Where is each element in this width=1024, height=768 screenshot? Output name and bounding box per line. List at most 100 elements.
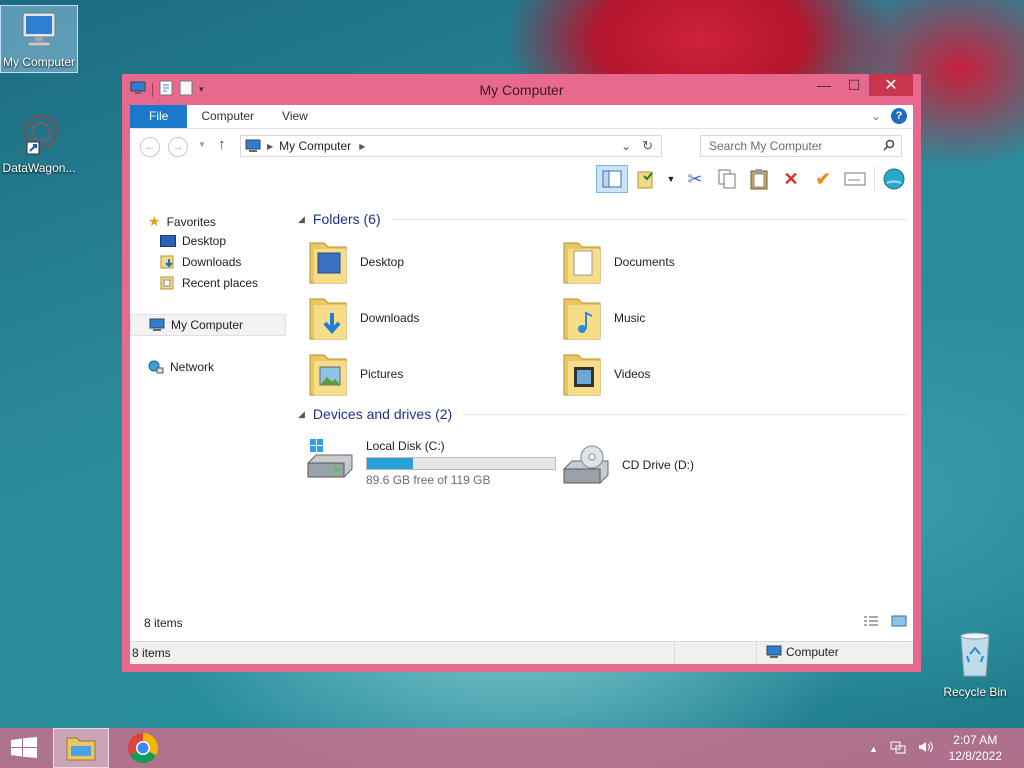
group-header-devices[interactable]: ◢ Devices and drives (2): [298, 406, 908, 422]
recycle-bin-icon: [960, 632, 990, 677]
tab-computer[interactable]: Computer: [187, 105, 268, 128]
navigation-pane-icon[interactable]: [596, 165, 628, 193]
group-divider: [390, 218, 908, 220]
folder-name: Music: [614, 311, 646, 325]
collapse-triangle-icon[interactable]: ◢: [298, 214, 305, 225]
select-items-icon[interactable]: [634, 165, 660, 193]
breadcrumb-separator-icon[interactable]: ▶: [267, 142, 273, 151]
minimize-button[interactable]: —: [809, 74, 839, 96]
search-icon[interactable]: [883, 139, 895, 154]
drive-free-space: 89.6 GB free of 119 GB: [366, 473, 491, 487]
window-title: My Computer: [479, 82, 564, 98]
folder-tile-documents[interactable]: Documents: [562, 239, 675, 285]
volume-icon[interactable]: [918, 740, 934, 757]
nav-item-desktop[interactable]: Desktop: [160, 234, 226, 248]
nav-item-my-computer[interactable]: My Computer: [130, 314, 286, 336]
desktop-icon: [160, 235, 176, 247]
navigation-pane: ★ Favorites Desktop Downloads Recent pla…: [130, 199, 288, 619]
computer-small-icon: [149, 318, 165, 331]
chrome-icon: [127, 733, 159, 764]
clock-date: 12/8/2022: [948, 749, 1002, 763]
computer-small-icon: [245, 139, 261, 152]
taskbar-chrome[interactable]: [115, 728, 171, 768]
recent-locations-icon[interactable]: ▼: [198, 140, 206, 149]
search-placeholder: Search My Computer: [709, 139, 823, 153]
nav-item-network[interactable]: Network: [148, 360, 214, 374]
system-tray: ▲: [869, 740, 934, 757]
downloads-icon: [160, 255, 174, 269]
details-view-icon[interactable]: [863, 615, 879, 630]
close-button[interactable]: ✕: [869, 74, 913, 96]
view-switcher: [863, 615, 907, 630]
group-title: Folders (6): [312, 211, 381, 227]
refresh-icon[interactable]: ↻: [642, 138, 653, 154]
star-icon: ★: [148, 213, 161, 229]
help-icon[interactable]: ?: [891, 108, 907, 124]
address-dropdown-icon[interactable]: ⌄: [621, 139, 631, 153]
file-explorer-icon: [66, 737, 96, 761]
rename-check-icon[interactable]: ✔: [810, 165, 836, 193]
drive-info: Local Disk (C:) 89.6 GB free of 119 GB: [366, 439, 556, 487]
up-arrow-icon[interactable]: ↑: [218, 136, 226, 153]
explorer-window: ▾ My Computer — ☐ ✕ File Computer View ⌄…: [122, 74, 921, 672]
nav-item-favorites[interactable]: ★ Favorites: [148, 213, 216, 230]
cd-drive-icon: [563, 445, 609, 484]
chevron-down-icon[interactable]: ▼: [666, 165, 676, 193]
drive-name: CD Drive (D:): [622, 458, 694, 472]
drive-tile-cd-drive[interactable]: CD Drive (D:): [562, 445, 694, 485]
cut-icon[interactable]: ✂: [682, 165, 708, 193]
copy-icon[interactable]: [714, 165, 740, 193]
start-button[interactable]: [10, 737, 38, 762]
tab-view[interactable]: View: [268, 105, 322, 128]
folder-tile-music[interactable]: Music: [562, 295, 645, 341]
address-bar[interactable]: ▶ My Computer ▶ ⌄ ↻: [240, 135, 662, 157]
search-input[interactable]: Search My Computer: [700, 135, 902, 157]
nav-item-downloads[interactable]: Downloads: [160, 255, 241, 269]
folder-tile-desktop[interactable]: Desktop: [308, 239, 404, 285]
delete-icon[interactable]: ✕: [778, 165, 804, 193]
command-toolbar: ▼ ✂ ✕ ✔: [130, 163, 913, 199]
desktop-icon-label: Recycle Bin: [943, 685, 1007, 699]
maximize-button[interactable]: ☐: [839, 74, 869, 96]
status-location: Computer: [766, 645, 839, 659]
folder-tile-downloads[interactable]: Downloads: [308, 295, 419, 341]
navigation-bar: ← → ▼ ↑ ▶ My Computer ▶ ⌄ ↻ Search My Co…: [130, 129, 913, 163]
computer-small-icon: [766, 645, 782, 658]
status-divider: [756, 642, 757, 664]
rename-field-icon[interactable]: [842, 165, 868, 193]
folder-tile-videos[interactable]: Videos: [562, 351, 650, 397]
clock[interactable]: 2:07 AM 12/8/2022: [949, 732, 1002, 764]
collapse-triangle-icon[interactable]: ◢: [298, 409, 305, 420]
disk-usage-fill: [367, 458, 414, 469]
desktop-icon-datawagon[interactable]: DataWagon...: [1, 112, 77, 175]
back-button[interactable]: ←: [140, 137, 160, 157]
forward-button[interactable]: →: [168, 137, 188, 157]
large-icons-view-icon[interactable]: [891, 615, 907, 630]
show-hidden-icons-icon[interactable]: ▲: [869, 744, 878, 754]
breadcrumb[interactable]: My Computer: [279, 139, 351, 153]
network-tray-icon[interactable]: [890, 740, 906, 757]
folder-videos-icon: [563, 354, 601, 396]
desktop-icon-label: DataWagon...: [2, 161, 76, 175]
drive-tile-local-disk[interactable]: Local Disk (C:) 89.6 GB free of 119 GB: [306, 439, 556, 487]
tab-file[interactable]: File: [130, 105, 188, 128]
nav-item-recent-places[interactable]: Recent places: [160, 276, 258, 290]
disk-usage-bar: [366, 457, 556, 470]
globe-icon[interactable]: [881, 165, 907, 193]
toolbar-icons: ▼ ✂ ✕ ✔: [596, 165, 907, 193]
paste-icon[interactable]: [746, 165, 772, 193]
desktop-icon-my-computer[interactable]: My Computer: [0, 5, 78, 73]
folder-name: Pictures: [360, 367, 404, 381]
folder-tile-pictures[interactable]: Pictures: [308, 351, 403, 397]
taskbar: ▲ 2:07 AM 12/8/2022: [0, 728, 1024, 768]
breadcrumb-separator-icon[interactable]: ▶: [359, 142, 365, 151]
expand-ribbon-icon[interactable]: ⌄: [871, 109, 881, 123]
ribbon-controls: ⌄ ?: [871, 108, 907, 124]
status-location-label: Computer: [786, 645, 839, 659]
taskbar-file-explorer[interactable]: [53, 728, 109, 768]
group-header-folders[interactable]: ◢ Folders (6): [298, 211, 908, 227]
title-bar[interactable]: ▾ My Computer — ☐ ✕: [122, 74, 921, 104]
folder-music-icon: [563, 298, 601, 340]
desktop-icon-recycle-bin[interactable]: Recycle Bin: [937, 628, 1013, 699]
nav-label: My Computer: [171, 318, 244, 332]
